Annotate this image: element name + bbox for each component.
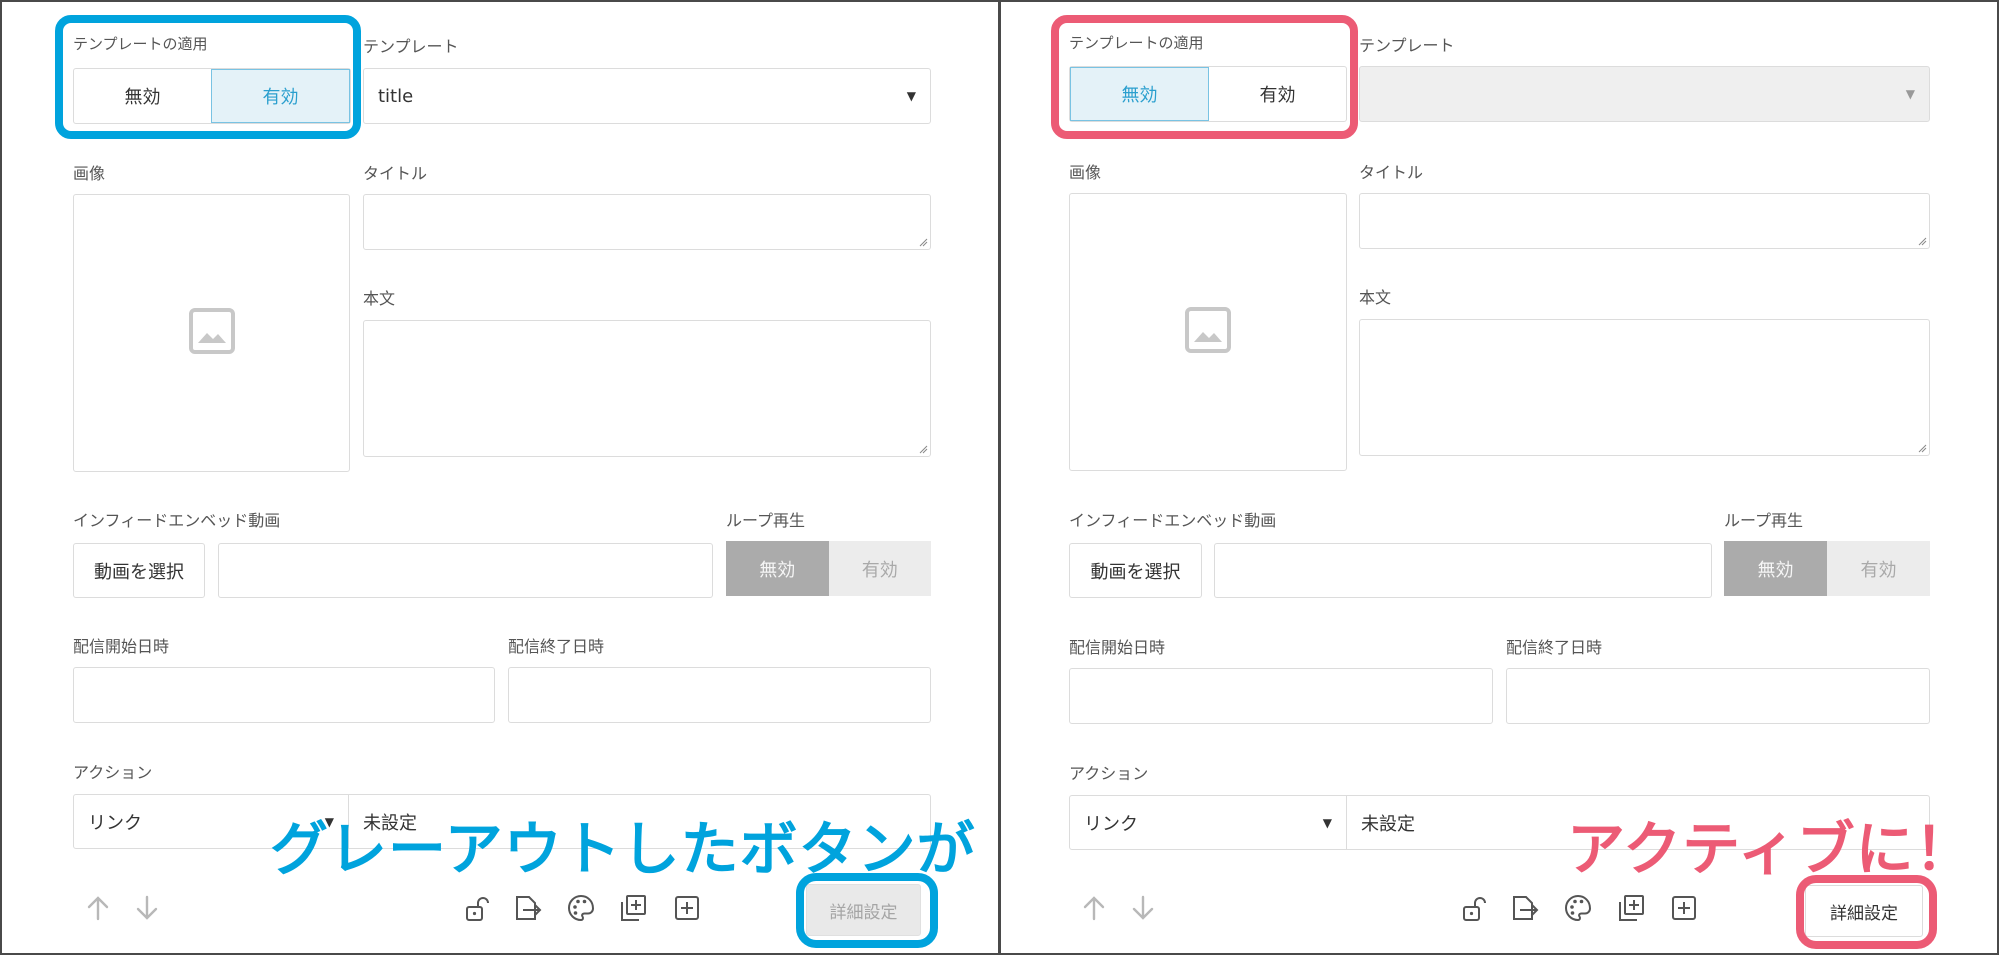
image-label: 画像	[73, 164, 106, 183]
add-icon[interactable]	[672, 893, 702, 923]
end-datetime-label: 配信終了日時	[1506, 638, 1603, 657]
loop-off[interactable]: 無効	[1724, 541, 1827, 596]
transfer-icon[interactable]	[1510, 893, 1540, 923]
caret-down-icon: ▼	[906, 89, 916, 103]
infeed-video-label: インフィードエンベッド動画	[73, 511, 281, 530]
unlock-icon[interactable]	[462, 893, 492, 923]
caret-down-icon: ▼	[1322, 815, 1332, 830]
loop-on[interactable]: 有効	[828, 541, 931, 596]
image-label: 画像	[1069, 163, 1102, 182]
start-datetime-input[interactable]	[73, 667, 495, 723]
unlock-icon[interactable]	[1459, 893, 1489, 923]
title-label: タイトル	[1359, 163, 1424, 182]
transfer-icon[interactable]	[513, 893, 543, 923]
loop-label: ループ再生	[1724, 511, 1804, 530]
template-select[interactable]: ▼	[1359, 66, 1930, 122]
loop-label: ループ再生	[726, 511, 806, 530]
end-datetime-input[interactable]	[1506, 668, 1930, 724]
action-type-value: リンク	[1084, 813, 1138, 835]
start-datetime-input[interactable]	[1069, 668, 1493, 724]
resize-grip-icon	[1918, 444, 1927, 453]
duplicate-icon[interactable]	[618, 893, 648, 923]
image-placeholder-icon	[188, 307, 236, 359]
resize-grip-icon	[1918, 237, 1927, 246]
body-textarea[interactable]	[363, 320, 931, 457]
details-settings-button[interactable]: 詳細設定	[1805, 885, 1923, 937]
start-datetime-label: 配信開始日時	[1069, 638, 1166, 657]
image-placeholder-icon	[1184, 306, 1232, 358]
body-textarea[interactable]	[1359, 319, 1930, 456]
loop-on[interactable]: 有効	[1827, 541, 1930, 596]
action-label: アクション	[73, 763, 153, 782]
palette-icon[interactable]	[566, 893, 596, 923]
video-input[interactable]	[1214, 543, 1712, 598]
template-select-value: title	[378, 85, 414, 107]
duplicate-icon[interactable]	[1616, 893, 1646, 923]
resize-grip-icon	[919, 445, 928, 454]
template-apply-on[interactable]: 有効	[1209, 67, 1346, 121]
loop-toggle: 無効 有効	[1724, 541, 1930, 596]
body-label: 本文	[1359, 288, 1392, 307]
title-textarea[interactable]	[363, 194, 931, 250]
arrow-down-icon[interactable]	[1128, 893, 1158, 923]
action-label: アクション	[1069, 764, 1149, 783]
template-apply-on[interactable]: 有効	[211, 69, 350, 123]
end-datetime-input[interactable]	[508, 667, 931, 723]
title-label: タイトル	[363, 164, 428, 183]
resize-grip-icon	[919, 238, 928, 247]
image-upload[interactable]	[1069, 193, 1347, 471]
infeed-video-label: インフィードエンベッド動画	[1069, 511, 1277, 530]
template-select[interactable]: title ▼	[363, 68, 931, 124]
caret-down-icon: ▼	[1905, 87, 1915, 101]
template-apply-toggle: 無効 有効	[1069, 66, 1347, 122]
title-textarea[interactable]	[1359, 193, 1930, 249]
details-settings-button[interactable]: 詳細設定	[806, 884, 921, 936]
end-datetime-label: 配信終了日時	[508, 637, 605, 656]
select-video-button[interactable]: 動画を選択	[1069, 543, 1202, 598]
action-value: 未設定	[1361, 813, 1415, 835]
video-input[interactable]	[218, 543, 713, 598]
arrow-up-icon[interactable]	[83, 893, 113, 923]
select-video-button[interactable]: 動画を選択	[73, 543, 205, 598]
arrow-up-icon[interactable]	[1079, 893, 1109, 923]
image-upload[interactable]	[73, 194, 350, 472]
caption-greyed-out: グレーアウトしたボタンが	[270, 815, 976, 883]
palette-icon[interactable]	[1563, 893, 1593, 923]
body-label: 本文	[363, 289, 396, 308]
template-apply-label: テンプレートの適用	[73, 35, 208, 53]
left-panel: テンプレートの適用 無効 有効 テンプレート title ▼ 画像 タイトル 本…	[0, 0, 998, 955]
template-apply-toggle: 無効 有効	[73, 68, 351, 124]
right-panel: テンプレートの適用 無効 有効 テンプレート ▼ 画像 タイトル 本文 インフィ…	[1001, 0, 1999, 955]
template-label: テンプレート	[363, 37, 459, 56]
template-apply-off[interactable]: 無効	[74, 69, 211, 123]
action-type-value: リンク	[88, 812, 142, 834]
arrow-down-icon[interactable]	[132, 893, 162, 923]
caption-now-active: アクティブに！	[1567, 815, 1974, 883]
template-apply-off[interactable]: 無効	[1070, 67, 1209, 121]
action-type-select[interactable]: リンク ▼	[1070, 796, 1347, 849]
loop-off[interactable]: 無効	[726, 541, 829, 596]
start-datetime-label: 配信開始日時	[73, 637, 170, 656]
loop-toggle: 無効 有効	[726, 541, 931, 596]
template-label: テンプレート	[1359, 36, 1455, 55]
template-apply-label: テンプレートの適用	[1069, 34, 1204, 52]
add-icon[interactable]	[1669, 893, 1699, 923]
